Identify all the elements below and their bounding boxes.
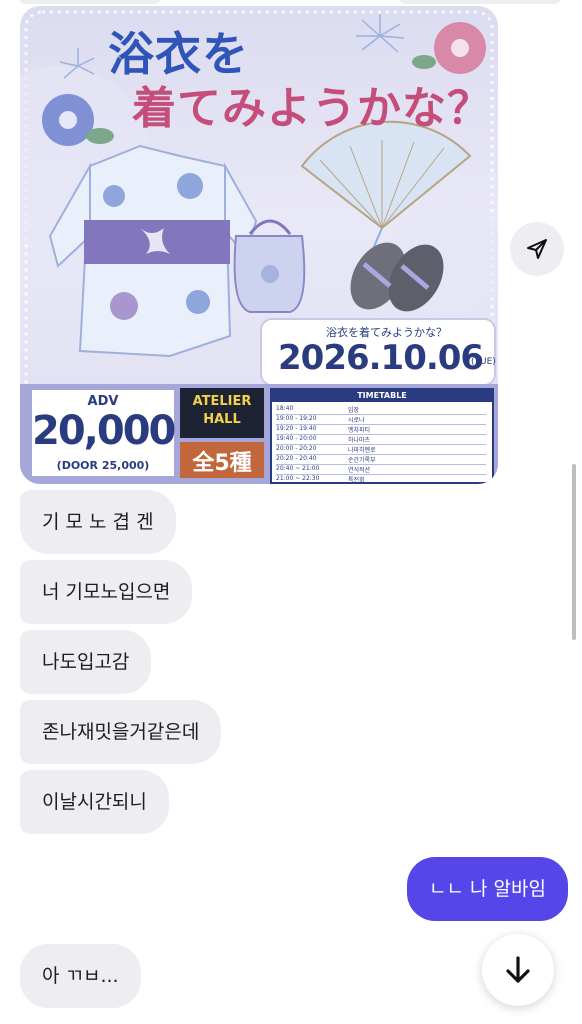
adv-label: ADV: [87, 394, 119, 409]
poster-title-line2: 着てみようかな？: [132, 83, 492, 134]
venue-line1: ATELIER: [192, 394, 252, 409]
timetable-time: 19:40 - 20:00: [276, 435, 317, 442]
message-bubble-sent[interactable]: ㄴㄴ 나 알바임: [407, 857, 568, 921]
arrow-down-icon: [506, 956, 530, 983]
timetable-act: 시로나: [348, 417, 365, 424]
timetable-time: 19:20 - 19:40: [276, 425, 317, 432]
message-bubble-received[interactable]: 아 ㄲㅂ...: [20, 944, 141, 1008]
timetable-row: 20:20 - 20:40 순간기록부: [276, 455, 486, 465]
timetable-act: 입장: [348, 407, 360, 414]
event-date: 2026.10.06: [278, 338, 484, 378]
timetable-act: 멩차파티: [348, 427, 371, 434]
timetable-row: 21:00 ~ 22:30 특전회: [276, 475, 486, 484]
event-weekday: (TUE): [471, 357, 496, 367]
timetable-time: 21:00 ~ 22:30: [276, 475, 320, 482]
timetable-row: 20:40 ~ 21:00 연식적션: [276, 465, 486, 475]
venue-name: ATELIER HALL: [180, 393, 264, 429]
forward-button[interactable]: [510, 222, 564, 276]
message-bubble-received[interactable]: 이날시간되니: [20, 770, 169, 834]
message-bubble-received[interactable]: 존나재밋을거같은데: [20, 700, 222, 764]
kinds-label: 全5種: [192, 451, 252, 476]
timetable-time: 20:00 - 20:20: [276, 445, 317, 452]
message-bubble-received[interactable]: 나도입고감: [20, 630, 152, 694]
scrollbar[interactable]: [572, 464, 576, 640]
send-icon: [527, 239, 547, 259]
timetable-time: 18:40: [276, 405, 294, 412]
timetable-time: 19:00 - 19:20: [276, 415, 317, 422]
timetable-time: 20:40 ~ 21:00: [276, 465, 320, 472]
timetable-title: TIMETABLE: [272, 390, 492, 402]
message-bubble-received[interactable]: 너 기모노입으면: [20, 560, 193, 624]
message-bubble-received[interactable]: 기 모 노 겹 겐: [20, 490, 176, 554]
timetable-time: 20:20 - 20:40: [276, 455, 317, 462]
timetable-row: 19:00 - 19:20 시로나: [276, 415, 486, 425]
scroll-to-bottom-button[interactable]: [482, 934, 554, 1006]
timetable-act: 하나마츠: [348, 437, 371, 444]
previous-message-edge: [0, 0, 582, 4]
timetable-row: 19:40 - 20:00 하나마츠: [276, 435, 486, 445]
venue-line2: HALL: [203, 412, 241, 427]
timetable-row: 18:40 입장: [276, 405, 486, 415]
timetable-act: 나마히멘로: [348, 447, 376, 454]
ticket-price: 20,000: [32, 408, 176, 454]
door-price: (DOOR 25,000): [56, 459, 150, 472]
timetable-act: 연식적션: [348, 467, 371, 474]
shared-image-poster[interactable]: 浴衣を 着てみようかな？ 浴衣を着てみようかな？ 2026.10.06 (TUE…: [20, 6, 498, 484]
timetable-row: 19:20 - 19:40 멩차파티: [276, 425, 486, 435]
timetable-act: 순간기록부: [348, 457, 376, 464]
timetable-row: 20:00 - 20:20 나마히멘로: [276, 445, 486, 455]
timetable-act: 특전회: [348, 477, 365, 484]
